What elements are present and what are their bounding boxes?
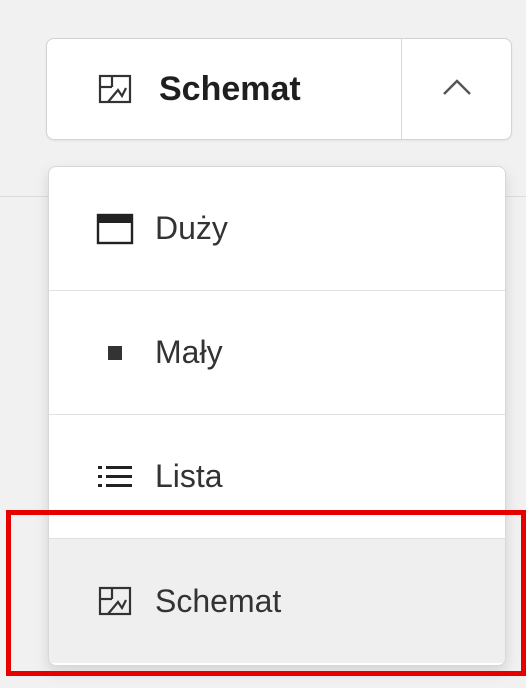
view-mode-button[interactable]: Schemat bbox=[46, 38, 512, 140]
menu-item-schema[interactable]: Schemat bbox=[49, 539, 505, 663]
small-square-icon bbox=[93, 343, 137, 363]
menu-item-label: Schemat bbox=[155, 582, 282, 619]
list-icon bbox=[93, 462, 137, 492]
view-mode-menu: Duży Mały Lista Schemat bbox=[48, 166, 506, 666]
view-mode-label: Schemat bbox=[159, 69, 301, 108]
image-placeholder-icon bbox=[93, 74, 137, 104]
menu-item-list[interactable]: Lista bbox=[49, 415, 505, 539]
large-window-icon bbox=[93, 213, 137, 245]
menu-item-label: Mały bbox=[155, 334, 223, 370]
menu-item-large[interactable]: Duży bbox=[49, 167, 505, 291]
menu-item-label: Duży bbox=[155, 210, 228, 246]
menu-item-small[interactable]: Mały bbox=[49, 291, 505, 415]
view-mode-current[interactable]: Schemat bbox=[47, 39, 401, 139]
chevron-up-icon bbox=[441, 77, 473, 102]
menu-item-label: Lista bbox=[155, 458, 223, 494]
image-placeholder-icon bbox=[93, 586, 137, 616]
view-mode-toggle[interactable] bbox=[402, 39, 511, 139]
